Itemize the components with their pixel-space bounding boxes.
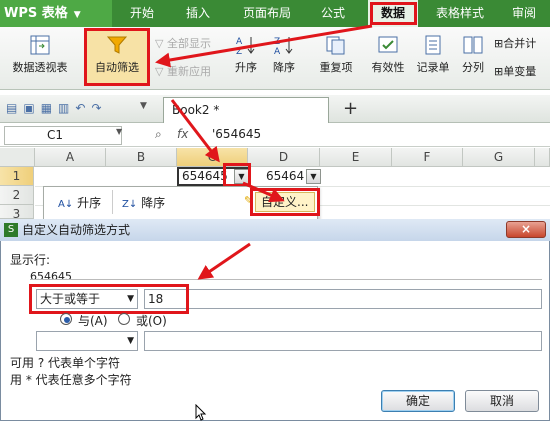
arrow-to-condition bbox=[197, 242, 251, 280]
arrow-data-to-autofilter bbox=[155, 24, 373, 68]
annotation-arrows bbox=[155, 24, 373, 280]
arrow-autofilter-to-dropdown bbox=[170, 99, 220, 163]
arrow-to-custom bbox=[242, 181, 285, 203]
